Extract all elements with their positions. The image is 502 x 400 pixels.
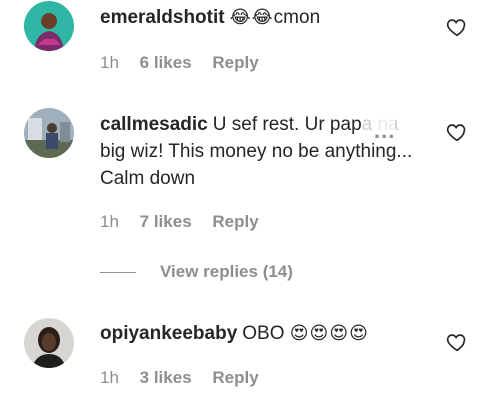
avatar[interactable] xyxy=(24,318,74,368)
comment-text: opiyankeebaby OBO 😍😍😍😍 xyxy=(100,320,430,347)
comment-item: opiyankeebaby OBO 😍😍😍😍 1h 3 likes Reply xyxy=(0,0,502,400)
comment-time: 1h xyxy=(100,368,119,387)
comment-username[interactable]: opiyankeebaby xyxy=(100,323,237,344)
comment-meta: 1h 3 likes Reply xyxy=(100,368,275,388)
like-heart-icon[interactable] xyxy=(446,331,468,353)
likes-count[interactable]: 3 likes xyxy=(140,368,192,387)
emoji: 😍😍😍😍 xyxy=(289,323,369,343)
comment-body: OBO xyxy=(242,323,285,344)
reply-button[interactable]: Reply xyxy=(212,368,258,387)
